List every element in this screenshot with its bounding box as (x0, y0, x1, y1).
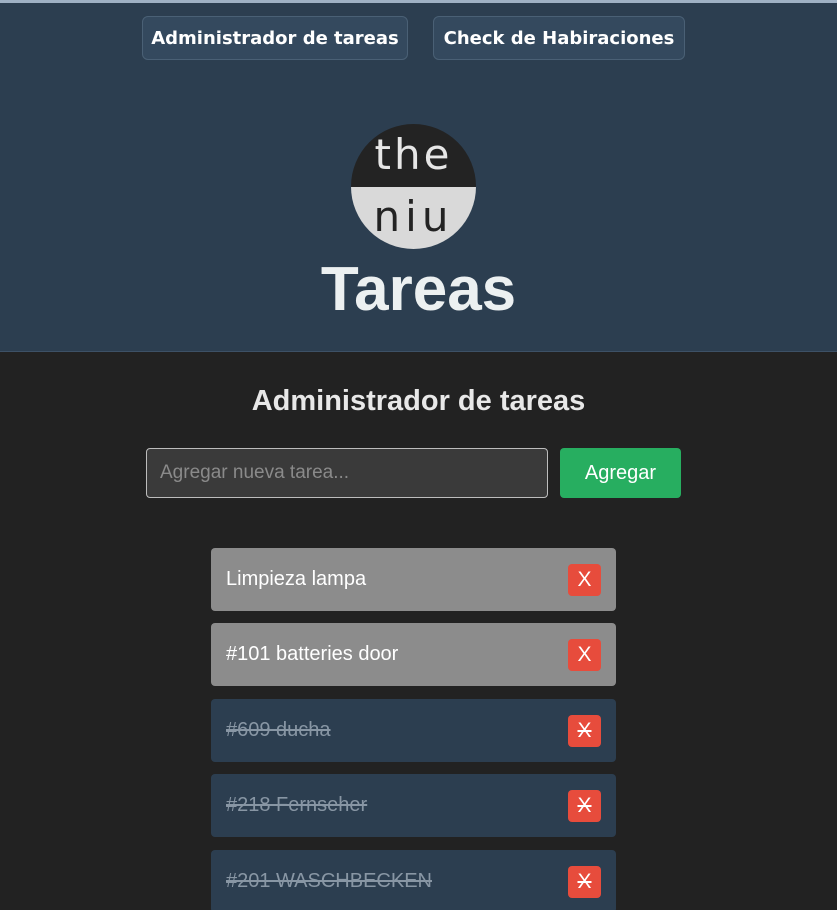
page-header: Administrador de tareas Check de Habirac… (0, 3, 837, 352)
task-item-completed[interactable]: #218 Fernseher X (211, 774, 616, 837)
delete-task-button[interactable]: X (568, 639, 601, 671)
brand-logo: the niu (351, 124, 476, 249)
page-title: Tareas (320, 255, 517, 324)
add-task-button[interactable]: Agregar (560, 448, 681, 498)
task-label: #609 ducha (226, 719, 331, 741)
task-item[interactable]: #101 batteries door X (211, 623, 616, 686)
delete-task-button[interactable]: X (568, 564, 601, 596)
task-item-completed[interactable]: #201 WASCHBECKEN X (211, 850, 616, 910)
new-task-input[interactable] (146, 448, 548, 498)
delete-task-button[interactable]: X (568, 790, 601, 822)
logo-text-the: the (374, 130, 453, 179)
nav-tasks-button[interactable]: Administrador de tareas (142, 16, 408, 60)
task-item[interactable]: Limpieza lampa X (211, 548, 616, 611)
nav-rooms-check-button[interactable]: Check de Habiraciones (433, 16, 685, 60)
section-heading: Administrador de tareas (251, 385, 586, 417)
logo-text-niu: niu (373, 192, 454, 241)
delete-task-button[interactable]: X (568, 866, 601, 898)
task-item-completed[interactable]: #609 ducha X (211, 699, 616, 762)
task-label: #218 Fernseher (226, 794, 368, 816)
task-label: Limpieza lampa (226, 568, 367, 590)
task-label: #201 WASCHBECKEN (226, 870, 432, 892)
delete-task-button[interactable]: X (568, 715, 601, 747)
task-label: #101 batteries door (226, 643, 399, 665)
